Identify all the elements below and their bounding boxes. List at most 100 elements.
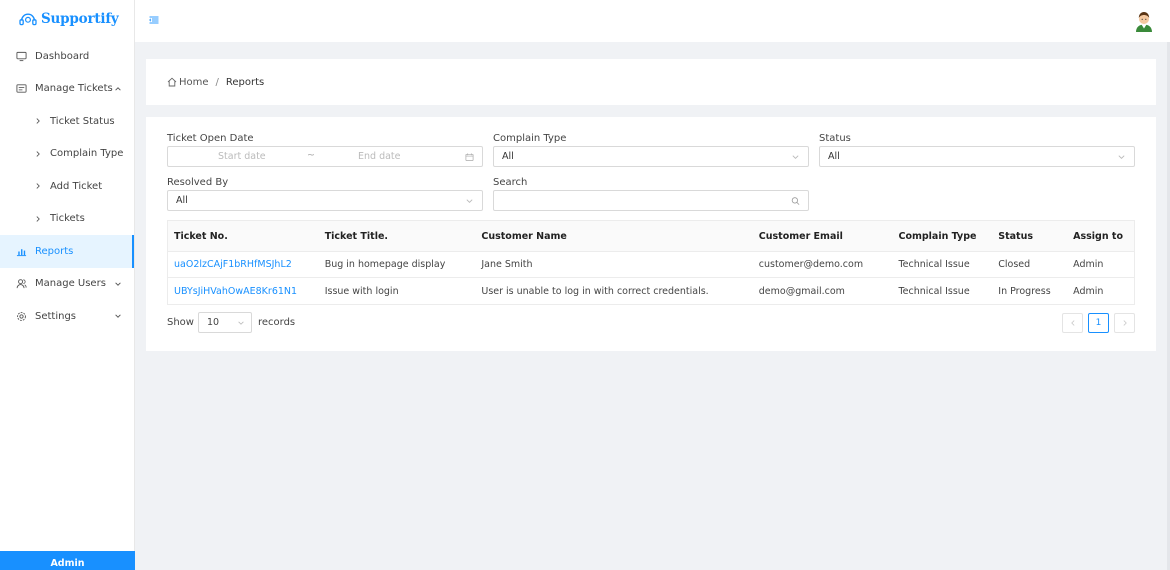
sidebar-item-label: Ticket Status (50, 115, 115, 127)
reports-table: Ticket No. Ticket Title. Customer Name C… (167, 220, 1135, 305)
breadcrumb-separator: / (215, 76, 219, 88)
sidebar-item-label: Dashboard (35, 50, 90, 62)
status-label: Status (819, 133, 851, 144)
column-header[interactable]: Ticket Title. (319, 231, 476, 242)
table-row[interactable]: UBYsJiHVahOwAE8Kr61N1 Issue with login U… (168, 278, 1134, 304)
prev-page-button[interactable] (1062, 313, 1083, 333)
top-bar (135, 0, 1170, 42)
pagination: 1 (1062, 313, 1135, 333)
next-page-button[interactable] (1114, 313, 1135, 333)
sidebar-item-manage-users[interactable]: Manage Users (0, 268, 134, 301)
chevron-right-icon (1122, 320, 1127, 326)
start-date-input[interactable]: Start date (218, 151, 266, 162)
chevron-right-icon (36, 151, 40, 157)
sidebar-item-tickets[interactable]: Tickets (0, 203, 134, 236)
resolved-by-value: All (176, 195, 188, 206)
chevron-up-icon (115, 86, 121, 91)
table-cell: Technical Issue (898, 259, 970, 270)
sidebar-menu: Dashboard Manage Tickets Ticket Status C… (0, 40, 134, 333)
table-cell: Closed (998, 259, 1031, 270)
breadcrumb-home-link[interactable]: Home (179, 77, 209, 88)
sidebar-item-label: Complain Type (50, 148, 124, 160)
column-header[interactable]: Status (992, 231, 1067, 242)
table-cell: Admin (1073, 259, 1104, 270)
ticket-number-link[interactable]: uaO2lzCAjF1bRHfMSJhL2 (168, 259, 319, 270)
complain-type-label: Complain Type (493, 133, 567, 144)
date-range-separator: ~ (307, 150, 315, 161)
ticket-number-link[interactable]: UBYsJiHVahOwAE8Kr61N1 (168, 286, 319, 297)
chevron-right-icon (36, 216, 40, 222)
chevron-right-icon (36, 118, 40, 124)
search-input[interactable] (502, 195, 763, 206)
chevron-left-icon (1070, 320, 1075, 326)
end-date-input[interactable]: End date (358, 151, 401, 162)
page-size-value: 10 (206, 317, 220, 328)
sidebar-item-ticket-status[interactable]: Ticket Status (0, 105, 134, 138)
status-select[interactable]: All (819, 146, 1135, 167)
bar-chart-icon (16, 246, 27, 257)
open-date-range-picker[interactable]: Start date ~ End date (167, 146, 483, 167)
column-header[interactable]: Assign to (1067, 231, 1134, 242)
chevron-down-icon (115, 314, 121, 319)
home-icon (167, 77, 177, 87)
page-button-current[interactable]: 1 (1088, 313, 1109, 333)
sidebar-item-settings[interactable]: Settings (0, 300, 134, 333)
monitor-icon (16, 51, 27, 62)
settings-icon (16, 311, 27, 322)
chevron-right-icon (36, 183, 40, 189)
table-cell: Issue with login (324, 285, 399, 297)
calendar-icon (465, 152, 474, 161)
reports-card: Ticket Open Date Start date ~ End date C… (146, 117, 1156, 351)
page-size-control: Show 10 records (167, 312, 295, 333)
records-label: records (257, 317, 296, 328)
chevron-down-icon (1118, 154, 1125, 159)
sidebar-item-manage-tickets[interactable]: Manage Tickets (0, 73, 134, 106)
sidebar-item-add-ticket[interactable]: Add Ticket (0, 170, 134, 203)
breadcrumb-current: Reports (225, 76, 265, 88)
sidebar-item-label: Tickets (50, 213, 85, 225)
sidebar-item-label: Add Ticket (50, 180, 103, 192)
sidebar-item-label: Manage Users (35, 278, 106, 290)
complain-type-select[interactable]: All (493, 146, 809, 167)
chevron-down-icon (792, 154, 799, 159)
app-name: Supportify (41, 11, 119, 27)
table-cell: Jane Smith (481, 259, 533, 270)
sidebar-item-label: Manage Tickets (35, 83, 113, 95)
table-cell: Admin (1073, 285, 1104, 297)
headset-logo-icon (19, 13, 37, 26)
sidebar-item-label: Settings (35, 310, 77, 322)
table-cell: User is unable to log in with correct cr… (481, 285, 709, 297)
current-user-bar[interactable]: Admin (0, 551, 135, 570)
avatar[interactable] (1134, 10, 1154, 32)
status-value: All (828, 151, 840, 162)
chevron-down-icon (115, 282, 121, 286)
menu-toggle-icon[interactable] (149, 15, 159, 25)
show-label: Show (167, 317, 194, 328)
table-cell: demo@gmail.com (758, 285, 845, 297)
column-header[interactable]: Customer Email (753, 231, 893, 242)
ticket-icon (16, 83, 27, 94)
chevron-down-icon (466, 198, 473, 203)
page-size-select[interactable]: 10 (197, 312, 252, 333)
chevron-down-icon (238, 321, 244, 325)
sidebar-item-dashboard[interactable]: Dashboard (0, 40, 134, 73)
complain-type-value: All (502, 151, 514, 162)
column-header[interactable]: Complain Type (892, 231, 992, 242)
table-header: Ticket No. Ticket Title. Customer Name C… (168, 221, 1134, 252)
search-label: Search (493, 177, 528, 188)
table-row[interactable]: uaO2lzCAjF1bRHfMSJhL2 Bug in homepage di… (168, 252, 1134, 278)
search-box[interactable] (493, 190, 809, 211)
column-header[interactable]: Customer Name (475, 231, 752, 242)
table-cell: Bug in homepage display (324, 259, 446, 270)
logo[interactable]: Supportify (0, 0, 134, 38)
table-cell: Technical Issue (898, 285, 970, 297)
search-icon[interactable] (791, 196, 800, 205)
resolved-by-select[interactable]: All (167, 190, 483, 211)
sidebar-item-reports[interactable]: Reports (0, 235, 134, 268)
table-cell: customer@demo.com (758, 259, 864, 270)
table-cell: In Progress (998, 285, 1051, 297)
open-date-label: Ticket Open Date (167, 133, 254, 144)
sidebar-item-complain-type[interactable]: Complain Type (0, 138, 134, 171)
column-header[interactable]: Ticket No. (168, 231, 319, 242)
sidebar-item-label: Reports (35, 245, 74, 257)
